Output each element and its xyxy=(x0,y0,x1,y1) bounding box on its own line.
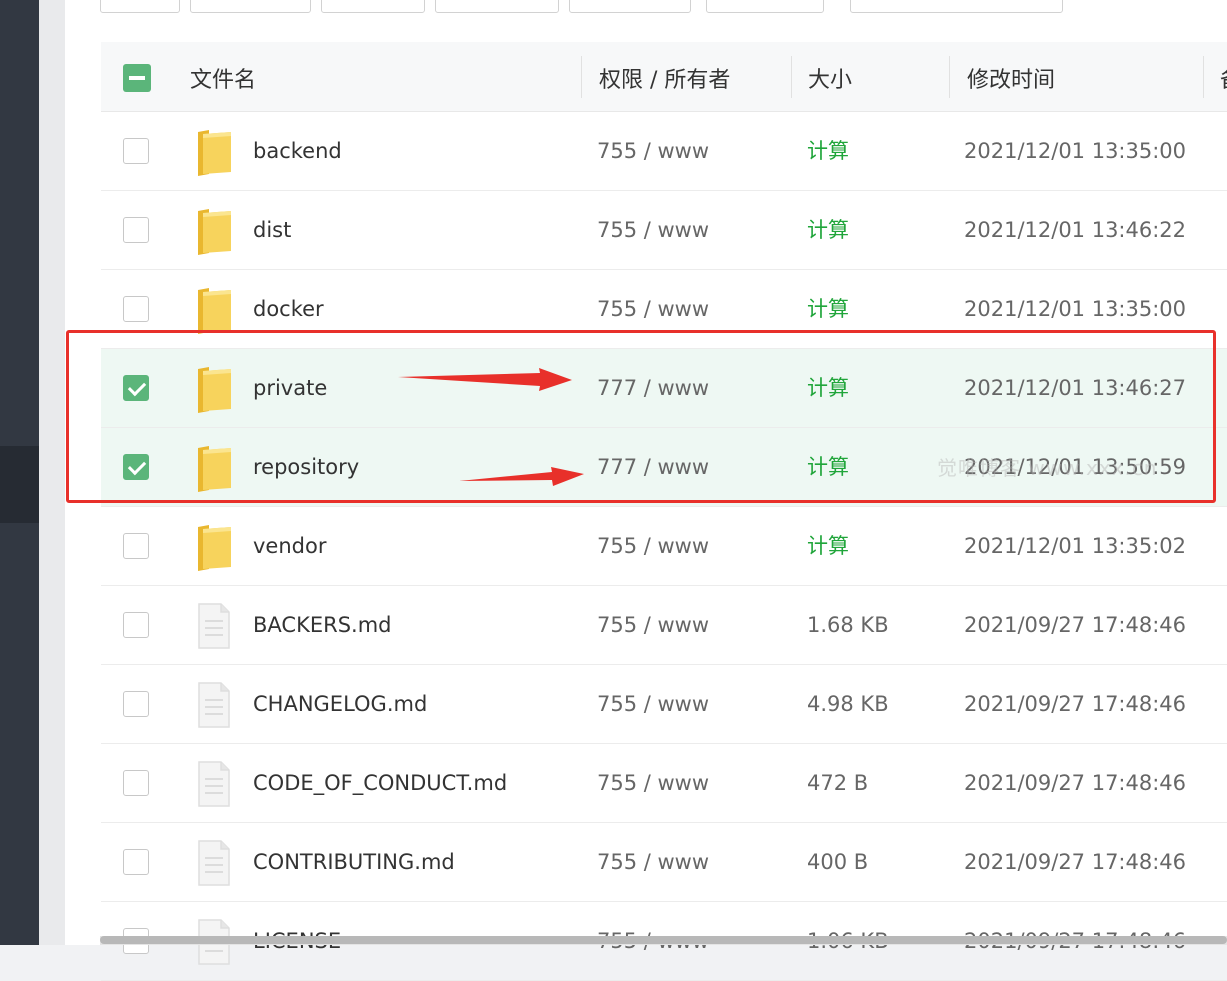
file-permission[interactable]: 755 / www xyxy=(597,507,709,585)
folder-icon xyxy=(195,442,233,494)
horizontal-scrollbar-thumb[interactable] xyxy=(100,936,1227,944)
row-checkbox[interactable] xyxy=(123,849,149,875)
file-size: 1.68 KB xyxy=(807,586,889,664)
calculate-size-link[interactable]: 计算 xyxy=(807,507,849,585)
folder-icon xyxy=(195,126,233,178)
sidebar-active-item[interactable] xyxy=(0,446,39,523)
file-name[interactable]: private xyxy=(253,349,327,427)
file-permission[interactable]: 755 / www xyxy=(597,665,709,743)
table-body: backend755 / www计算2021/12/01 13:35:00dis… xyxy=(101,112,1227,981)
content-gutter xyxy=(39,0,65,945)
file-name[interactable]: CODE_OF_CONDUCT.md xyxy=(253,744,507,822)
row-checkbox[interactable] xyxy=(123,770,149,796)
file-name[interactable]: vendor xyxy=(253,507,326,585)
file-permission[interactable]: 777 / www xyxy=(597,349,709,427)
row-checkbox[interactable] xyxy=(123,691,149,717)
file-permission[interactable]: 755 / www xyxy=(597,191,709,269)
file-modified-time: 2021/12/01 13:35:00 xyxy=(964,270,1186,348)
watermark: 觉唯博客 www.xxx.cn xyxy=(937,452,1158,481)
header-modified[interactable]: 修改时间 xyxy=(967,42,1055,111)
file-permission[interactable]: 755 / www xyxy=(597,823,709,901)
file-modified-time: 2021/12/01 13:46:22 xyxy=(964,191,1186,269)
table-row[interactable]: docker 755 / www 计算 2021/12/01 13:35:00 xyxy=(101,270,1227,349)
header-size[interactable]: 大小 xyxy=(808,42,852,111)
toolbar-button-1[interactable] xyxy=(100,0,180,13)
file-size: 400 B xyxy=(807,823,868,901)
folder-icon xyxy=(195,521,233,573)
row-checkbox[interactable] xyxy=(123,375,149,401)
select-all-checkbox[interactable] xyxy=(123,64,151,92)
row-checkbox[interactable] xyxy=(123,612,149,638)
table-row[interactable]: CONTRIBUTING.md 755 / www 400 B 2021/09/27 … xyxy=(101,823,1227,902)
file-permission[interactable]: 755 / www xyxy=(597,112,709,190)
calculate-size-link[interactable]: 计算 xyxy=(807,428,849,506)
file-name[interactable]: docker xyxy=(253,270,324,348)
toolbar-button-3[interactable] xyxy=(321,0,425,13)
file-modified-time: 2021/09/27 17:48:46 xyxy=(964,823,1186,901)
file-name[interactable]: CHANGELOG.md xyxy=(253,665,427,743)
header-filename[interactable]: 文件名 xyxy=(190,42,256,111)
header-permission[interactable]: 权限 / 所有者 xyxy=(599,42,730,111)
table-row[interactable]: dist 755 / www 计算 2021/12/01 13:46:22 xyxy=(101,191,1227,270)
toolbar-button-4[interactable] xyxy=(435,0,559,13)
file-name[interactable]: dist xyxy=(253,191,291,269)
row-checkbox[interactable] xyxy=(123,217,149,243)
file-permission[interactable]: 777 / www xyxy=(597,428,709,506)
file-name[interactable]: repository xyxy=(253,428,359,506)
toolbar-button-2[interactable] xyxy=(190,0,311,13)
file-size: 4.98 KB xyxy=(807,665,889,743)
table-row[interactable]: backend 755 / www 计算 2021/12/01 13:35:00 xyxy=(101,112,1227,191)
row-checkbox[interactable] xyxy=(123,454,149,480)
file-permission[interactable]: 755 / www xyxy=(597,744,709,822)
file-modified-time: 2021/12/01 13:46:27 xyxy=(964,349,1186,427)
column-divider[interactable] xyxy=(581,56,582,98)
file-size: 472 B xyxy=(807,744,868,822)
calculate-size-link[interactable]: 计算 xyxy=(807,191,849,269)
row-checkbox[interactable] xyxy=(123,296,149,322)
file-modified-time: 2021/12/01 13:35:02 xyxy=(964,507,1186,585)
column-divider[interactable] xyxy=(949,56,950,98)
file-modified-time: 2021/12/01 13:35:00 xyxy=(964,112,1186,190)
calculate-size-link[interactable]: 计算 xyxy=(807,349,849,427)
file-icon xyxy=(195,600,233,652)
file-permission[interactable]: 755 / www xyxy=(597,586,709,664)
toolbar-button-5[interactable] xyxy=(569,0,691,13)
column-divider[interactable] xyxy=(791,56,792,98)
file-icon xyxy=(195,758,233,810)
file-permission[interactable]: 755 / www xyxy=(597,270,709,348)
table-row[interactable]: private 777 / www 计算 2021/12/01 13:46:27 xyxy=(101,349,1227,428)
calculate-size-link[interactable]: 计算 xyxy=(807,112,849,190)
file-table: 文件名 权限 / 所有者 大小 修改时间 备 backend 755 / www 计… xyxy=(101,42,1227,981)
file-modified-time: 2021/09/27 17:48:46 xyxy=(964,665,1186,743)
header-extra[interactable]: 备 xyxy=(1220,42,1227,111)
folder-icon xyxy=(195,363,233,415)
row-checkbox[interactable] xyxy=(123,138,149,164)
table-row[interactable]: vendor 755 / www 计算 2021/12/01 13:35:02 xyxy=(101,507,1227,586)
column-divider[interactable] xyxy=(1203,56,1204,98)
table-header: 文件名 权限 / 所有者 大小 修改时间 备 xyxy=(101,42,1227,112)
file-modified-time: 2021/09/27 17:48:46 xyxy=(964,744,1186,822)
file-modified-time: 2021/09/27 17:48:46 xyxy=(964,586,1186,664)
file-name[interactable]: BACKERS.md xyxy=(253,586,392,664)
toolbar-button-6[interactable] xyxy=(706,0,824,13)
file-name[interactable]: backend xyxy=(253,112,342,190)
folder-icon xyxy=(195,284,233,336)
file-name[interactable]: CONTRIBUTING.md xyxy=(253,823,455,901)
table-row[interactable]: CHANGELOG.md 755 / www 4.98 KB 2021/09/27 1… xyxy=(101,665,1227,744)
calculate-size-link[interactable]: 计算 xyxy=(807,270,849,348)
file-icon xyxy=(195,837,233,889)
table-row[interactable]: CODE_OF_CONDUCT.md 755 / www 472 B 2021/09/… xyxy=(101,744,1227,823)
toolbar-search[interactable] xyxy=(850,0,1063,13)
table-row[interactable]: BACKERS.md 755 / www 1.68 KB 2021/09/27 17:… xyxy=(101,586,1227,665)
file-icon xyxy=(195,679,233,731)
folder-icon xyxy=(195,205,233,257)
row-checkbox[interactable] xyxy=(123,533,149,559)
